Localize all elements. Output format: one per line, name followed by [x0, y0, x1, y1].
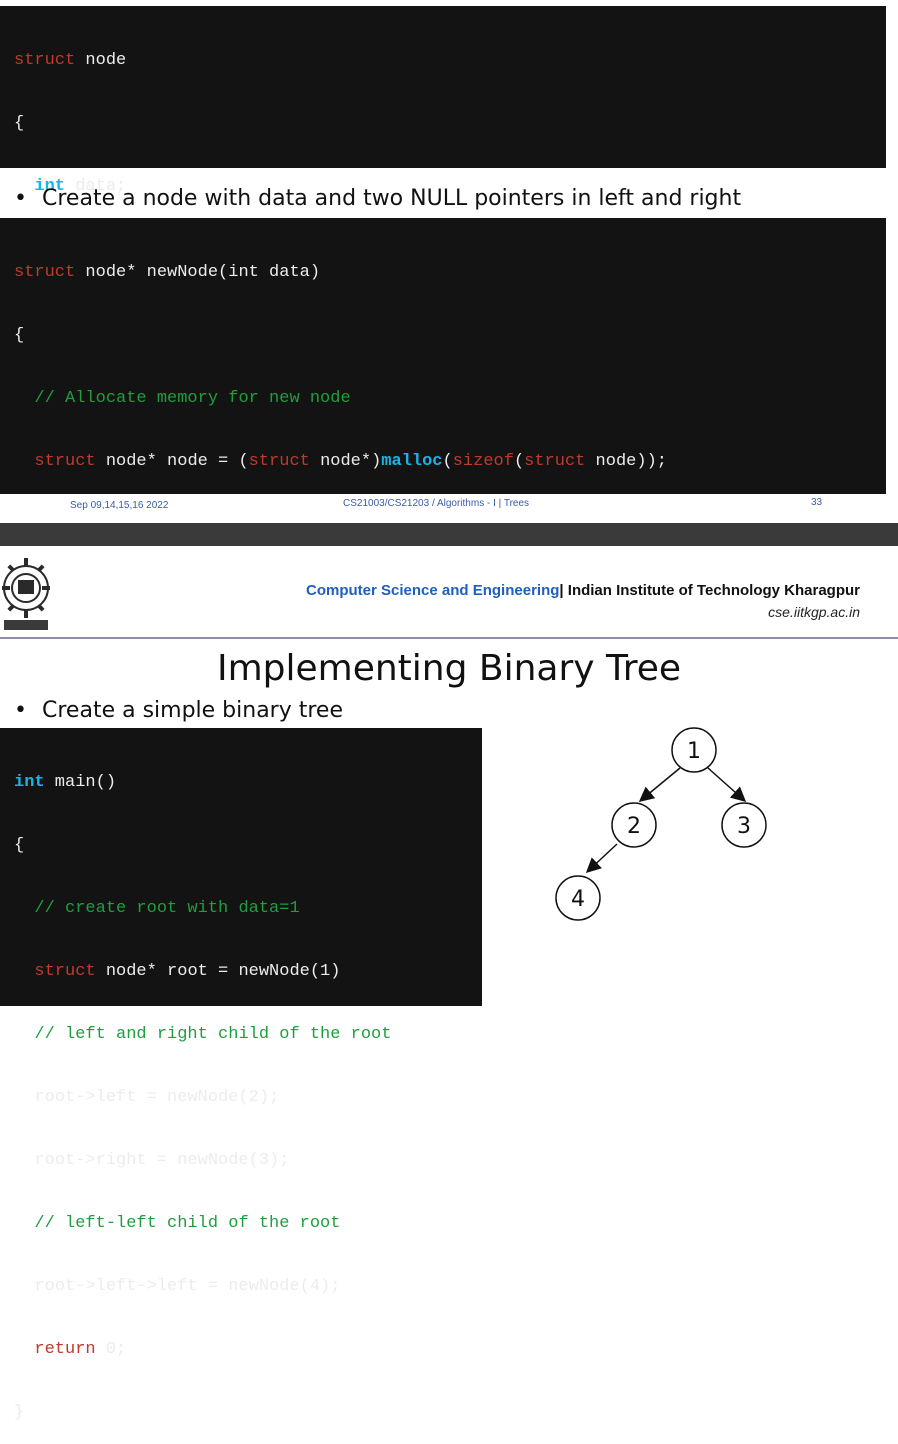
- header-divider: [0, 637, 898, 639]
- bullet-create-node: • Create a node with data and two NULL po…: [14, 186, 741, 211]
- code-line: // left-left child of the root: [34, 1214, 341, 1233]
- edge-1-3: [707, 767, 747, 802]
- footer-course: CS21003/CS21203 / Algorithms - I | Trees: [343, 498, 530, 509]
- department-name: Computer Science and Engineering: [306, 582, 560, 599]
- slide-separator: [0, 523, 898, 546]
- code-line: {: [14, 114, 25, 133]
- footer-page: 33: [811, 497, 823, 508]
- code-line: struct node* root = newNode(1): [34, 962, 341, 981]
- code-block-newnode: struct node* newNode(int data) { // Allo…: [0, 218, 886, 912]
- code-line: // create root with data=1: [34, 899, 300, 918]
- code-line: root->left = newNode(2);: [14, 1088, 280, 1107]
- tree-node-label: 2: [627, 814, 641, 839]
- code-line: struct node: [14, 51, 127, 70]
- institute-name: | Indian Institute of Technology Kharagp…: [559, 582, 860, 599]
- bullet-dot: •: [14, 186, 27, 211]
- slide-title: Implementing Binary Tree: [216, 648, 682, 689]
- iit-kgp-logo: [2, 558, 50, 630]
- tree-node-label: 3: [737, 814, 751, 839]
- code-line: // Allocate memory for new node: [34, 389, 351, 408]
- code-block-main: int main() { // create root with data=1 …: [0, 728, 482, 1422]
- institute-header: Computer Science and Engineering| Indian…: [306, 582, 860, 599]
- code-line: {: [14, 836, 25, 855]
- code-line: root->right = newNode(3);: [14, 1151, 290, 1170]
- footer-date: Sep 09,14,15,16 2022: [70, 500, 169, 511]
- binary-tree-diagram: 1 2 3 4: [555, 727, 767, 921]
- site-url: cse.iitkgp.ac.in: [768, 604, 860, 620]
- code-line: {: [14, 326, 25, 345]
- bullet-create-tree: • Create a simple binary tree: [14, 698, 343, 723]
- tree-node-label: 4: [571, 887, 585, 912]
- edge-2-4: [585, 843, 618, 874]
- edge-1-2: [638, 767, 681, 802]
- bullet-text: Create a simple binary tree: [42, 698, 343, 723]
- code-line: struct node* node = (struct node*)malloc…: [34, 452, 667, 471]
- code-block-struct: struct node { int data; struct node* lef…: [0, 6, 886, 385]
- code-line: return 0;: [34, 1340, 127, 1359]
- code-line: }: [14, 1403, 25, 1422]
- code-line: root->left->left = newNode(4);: [14, 1277, 341, 1296]
- code-line: // left and right child of the root: [34, 1025, 392, 1044]
- slide-top: struct node { int data; struct node* lef…: [0, 0, 898, 912]
- code-line: int main(): [14, 773, 117, 792]
- code-line: struct node* newNode(int data): [14, 263, 321, 282]
- bullet-dot: •: [14, 698, 27, 723]
- bullet-text: Create a node with data and two NULL poi…: [42, 186, 742, 211]
- tree-node-label: 1: [687, 739, 701, 764]
